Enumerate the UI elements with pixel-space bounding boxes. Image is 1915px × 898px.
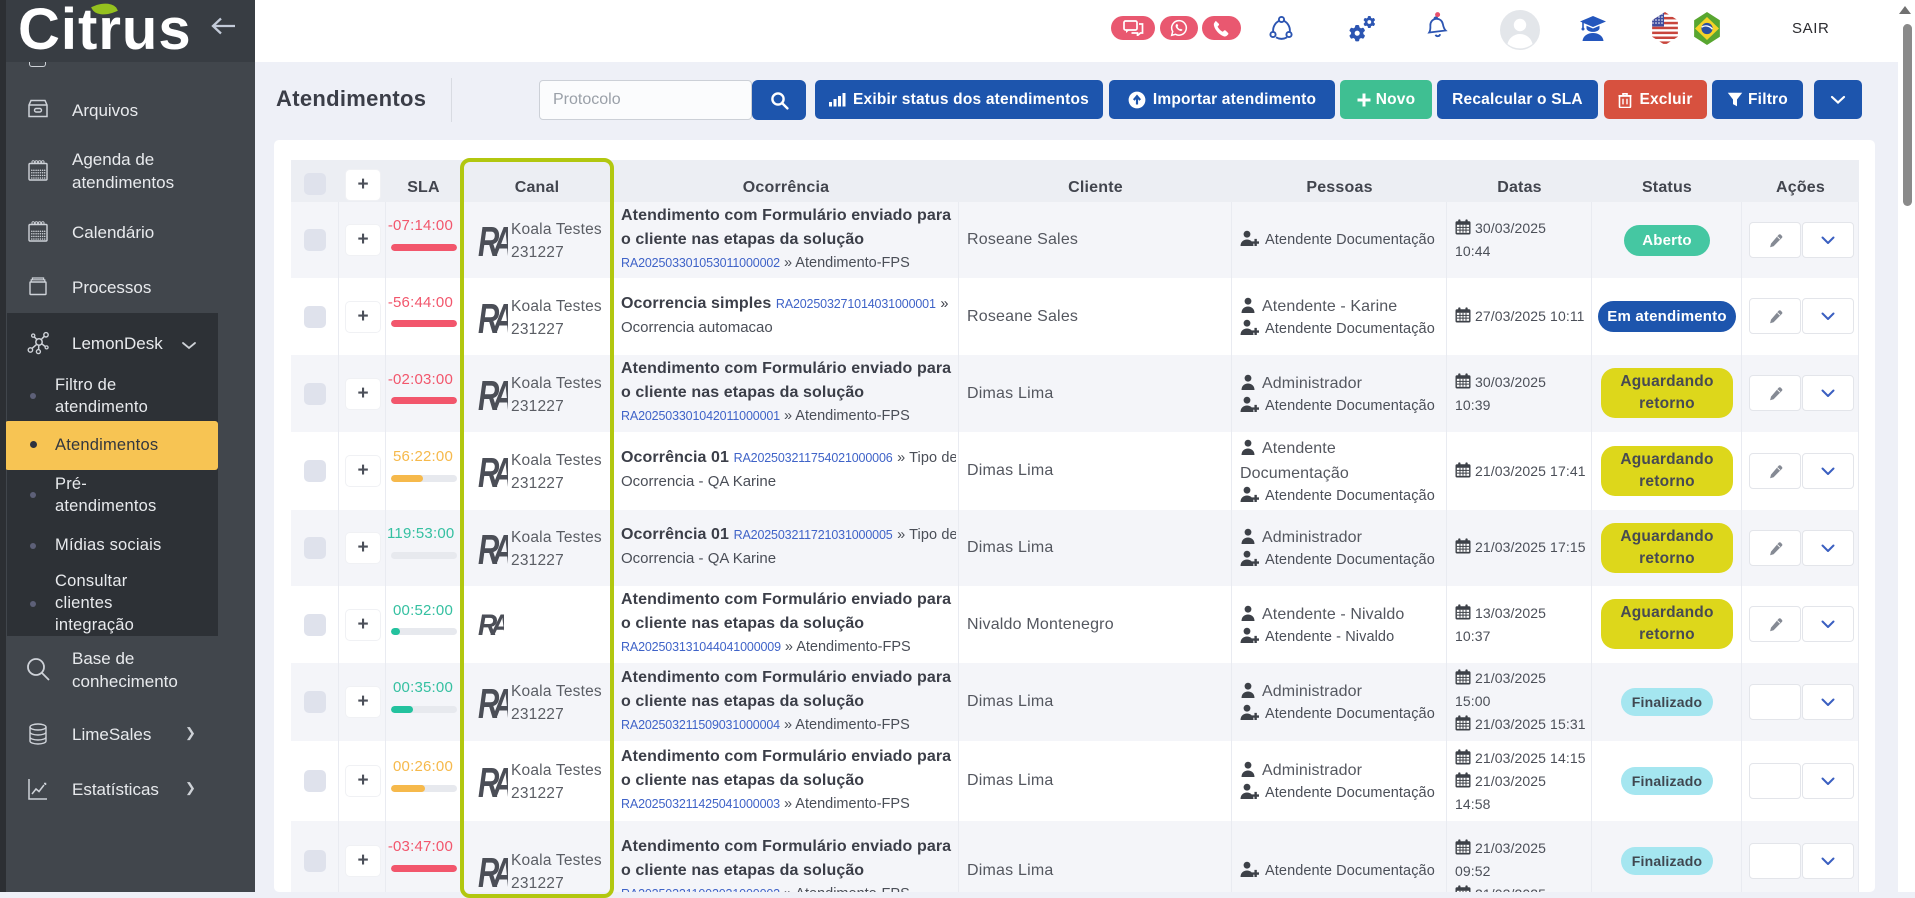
- svg-text:RA: RA: [478, 302, 508, 336]
- svg-text:RA: RA: [478, 456, 508, 490]
- svg-text:RA: RA: [478, 379, 508, 413]
- svg-text:RA: RA: [478, 533, 508, 567]
- svg-text:RA: RA: [478, 612, 504, 638]
- svg-text:RA: RA: [478, 856, 508, 890]
- svg-text:RA: RA: [478, 687, 508, 721]
- svg-text:RA: RA: [478, 225, 508, 259]
- svg-text:RA: RA: [478, 766, 508, 800]
